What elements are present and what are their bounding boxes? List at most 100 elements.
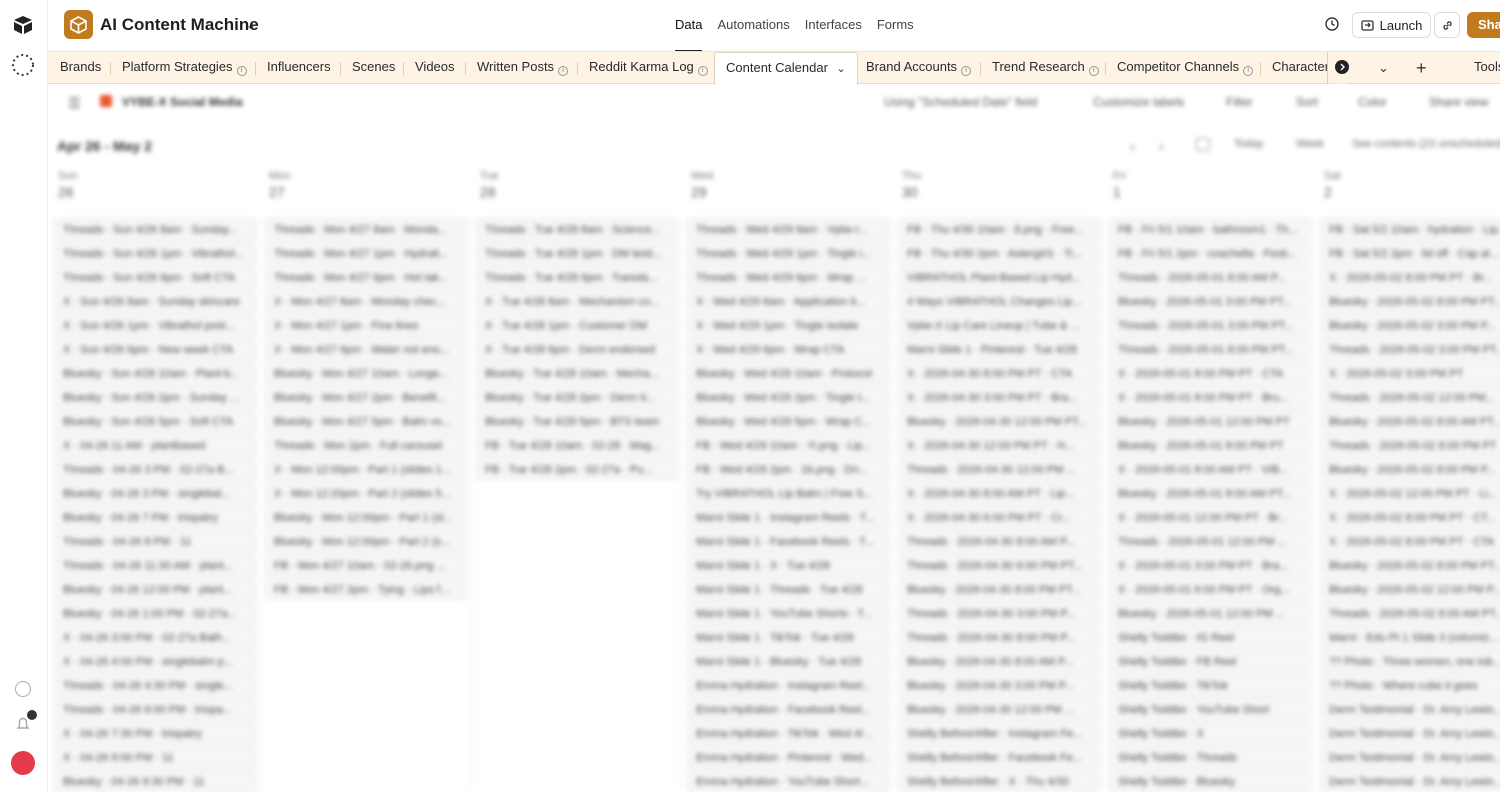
calendar-event-card[interactable]: Bluesky · Mon 4/27 2pm · Benefit...: [265, 386, 467, 408]
tab-brands[interactable]: Brands: [60, 52, 101, 84]
calendar-event-card[interactable]: Bluesky · 2026-05-02 8:00 AM PT...: [1320, 410, 1500, 432]
calendar-event-card[interactable]: Marni Slide 1 · X · Tue 4/28: [687, 554, 889, 576]
calendar-event-card[interactable]: Marni Slide 1 · YouTube Shorts · T...: [687, 602, 889, 624]
calendar-event-card[interactable]: Emma Hydration · TikTok · Wed 4/...: [687, 722, 889, 744]
tab-content-calendar[interactable]: Content Calendar ⌄: [714, 52, 858, 85]
base-icon[interactable]: [64, 10, 93, 39]
calendar-event-card[interactable]: Bluesky · 2026-05-02 8:00 PM P...: [1320, 458, 1500, 480]
calendar-event-card[interactable]: X · Wed 4/29 8am · Application ti...: [687, 290, 889, 312]
prev-week-icon[interactable]: ‹: [1130, 138, 1135, 154]
base-title[interactable]: AI Content Machine: [100, 15, 259, 35]
calendar-event-card[interactable]: X · 04-26 9:00 PM · 11: [54, 746, 256, 768]
calendar-event-card[interactable]: Bluesky · Wed 4/29 10am · Protocol: [687, 362, 889, 384]
calendar-event-card[interactable]: Marni Slide 1 · Threads · Tue 4/28: [687, 578, 889, 600]
calendar-event-card[interactable]: Derm Testimonial · Dr. Amy Lewis...: [1320, 770, 1500, 792]
calendar-event-card[interactable]: Emma Hydration · Facebook Reel...: [687, 698, 889, 720]
menu-icon[interactable]: ☰: [68, 95, 81, 112]
calendar-event-card[interactable]: Emma Hydration · YouTube Short...: [687, 770, 889, 792]
calendar-event-card[interactable]: Threads · Sun 4/26 1pm · Vibrathol...: [54, 242, 256, 264]
calendar-event-card[interactable]: X · Mon 4/27 6pm · Water not eno...: [265, 338, 467, 360]
tab-influencers[interactable]: Influencers: [267, 52, 331, 84]
calendar-event-card[interactable]: Bluesky · Tue 4/28 10am · Mecha...: [476, 362, 678, 384]
calendar-event-card[interactable]: X · 04-26 4:00 PM · singlebalm p...: [54, 650, 256, 672]
calendar-event-card[interactable]: 4 Ways VIBRATHOL Changes Lip...: [898, 290, 1100, 312]
tab-scenes[interactable]: Scenes: [352, 52, 395, 84]
more-tabs-icon[interactable]: [1335, 60, 1349, 74]
calendar-event-card[interactable]: FB · Fri 5/1 10am · bathroom1 · Th...: [1109, 218, 1311, 240]
calendar-event-card[interactable]: Bluesky · Mon 12:00pm · Part 2 (s...: [265, 530, 467, 552]
calendar-event-card[interactable]: FB · Fri 5/1 2pm · coachella · Festi...: [1109, 242, 1311, 264]
today-button[interactable]: Today: [1234, 138, 1263, 150]
calendar-event-card[interactable]: FB · Sat 5/2 10am · hydration · Lip...: [1320, 218, 1500, 240]
calendar-event-card[interactable]: Marni · Edu Pt 1 Slide 3 (volumiz...: [1320, 626, 1500, 648]
next-week-icon[interactable]: ›: [1159, 138, 1164, 154]
calendar-event-card[interactable]: Bluesky · 2026-05-01 12:00 PM ...: [1109, 602, 1311, 624]
calendar-event-card[interactable]: Threads · Sun 4/26 8am · Sunday...: [54, 218, 256, 240]
nav-tab-interfaces[interactable]: Interfaces: [805, 17, 862, 32]
calendar-event-card[interactable]: X · 2026-04-30 6:00 PM PT · Cr...: [898, 506, 1100, 528]
calendar-event-card[interactable]: X · Wed 4/29 1pm · Tingle isolate: [687, 314, 889, 336]
week-mode-select[interactable]: Week: [1296, 138, 1324, 150]
calendar-event-card[interactable]: Threads · 04-26 11:30 AM · plant...: [54, 554, 256, 576]
share-button[interactable]: Sha: [1467, 12, 1500, 38]
tools-button[interactable]: Tools: [1474, 52, 1500, 84]
calendar-event-card[interactable]: X · 2026-05-02 8:00 PM PT · CT...: [1320, 506, 1500, 528]
calendar-event-card[interactable]: Bluesky · 2026-05-02 8:00 PM PT...: [1320, 290, 1500, 312]
tab-written-posts[interactable]: Written Posts i: [477, 52, 569, 84]
tab-brand-accounts[interactable]: Brand Accounts i: [866, 52, 972, 84]
calendar-event-card[interactable]: Bluesky · 2026-05-01 12:00 PM PT: [1109, 410, 1311, 432]
calendar-event-card[interactable]: X · 04-26 11 AM · plantbased: [54, 434, 256, 456]
calendar-event-card[interactable]: X · Sun 4/26 1pm · Vibrathol post...: [54, 314, 256, 336]
chevron-down-icon[interactable]: ⌄: [246, 18, 256, 32]
calendar-event-card[interactable]: Bluesky · 2026-05-02 3:00 PM P...: [1320, 314, 1500, 336]
calendar-event-card[interactable]: ?? Photo · Where cube it goes: [1320, 674, 1500, 696]
calendar-event-card[interactable]: Marni Slide 1 · Instagram Reels · T...: [687, 506, 889, 528]
calendar-event-card[interactable]: Bluesky · Tue 4/28 5pm · BTS team: [476, 410, 678, 432]
calendar-event-card[interactable]: Bluesky · 2026-04-30 8:00 PM PT...: [898, 578, 1100, 600]
help-icon[interactable]: [15, 681, 31, 697]
calendar-event-card[interactable]: Bluesky · Tue 4/28 2pm · Derm tr...: [476, 386, 678, 408]
calendar-event-card[interactable]: Threads · Wed 4/29 1pm · Tingle i...: [687, 242, 889, 264]
calendar-event-card[interactable]: Bluesky · Wed 4/29 2pm · Tingle t...: [687, 386, 889, 408]
color-button[interactable]: Color: [1358, 95, 1387, 109]
calendar-event-card[interactable]: X · Tue 4/28 8am · Mechanism co...: [476, 290, 678, 312]
calendar-event-card[interactable]: Bluesky · 04-26 12:00 PM · plant...: [54, 578, 256, 600]
launch-button[interactable]: Launch: [1352, 12, 1431, 38]
calendar-event-card[interactable]: Threads · 2026-04-30 12:00 PM ...: [898, 458, 1100, 480]
calendar-event-card[interactable]: Bluesky · 04-26 1:00 PM · 02-27a...: [54, 602, 256, 624]
calendar-event-card[interactable]: Threads · Mon 4/27 1pm · Hydrati...: [265, 242, 467, 264]
tab-character[interactable]: Character: [1272, 52, 1328, 84]
date-field-selector[interactable]: Using "Scheduled Date" field: [884, 95, 1037, 109]
nav-tab-forms[interactable]: Forms: [877, 17, 914, 32]
calendar-event-card[interactable]: Threads · Sun 4/26 6pm · Soft CTA: [54, 266, 256, 288]
calendar-event-card[interactable]: Threads · 04-26 6:00 PM · triopa...: [54, 698, 256, 720]
calendar-event-card[interactable]: X · Sun 4/26 6pm · New week CTA: [54, 338, 256, 360]
calendar-event-card[interactable]: Marni Slide 1 · Bluesky · Tue 4/28: [687, 650, 889, 672]
calendar-event-card[interactable]: X · 2026-05-02 3:00 PM PT: [1320, 362, 1500, 384]
calendar-event-card[interactable]: Shelly Toddler · YouTube Short: [1109, 698, 1311, 720]
calendar-event-card[interactable]: Threads · 2026-05-02 12:00 PM...: [1320, 386, 1500, 408]
chevron-down-icon[interactable]: ⌄: [837, 63, 846, 75]
calendar-event-card[interactable]: Shelly Toddler · IG Reel: [1109, 626, 1311, 648]
calendar-event-card[interactable]: X · 04-26 7:30 PM · triopatry: [54, 722, 256, 744]
calendar-event-card[interactable]: Threads · Mon 2pm · Full carousel: [265, 434, 467, 456]
calendar-event-card[interactable]: Marni Slide 1 · TikTok · Tue 4/28: [687, 626, 889, 648]
calendar-event-card[interactable]: Threads · 04-26 4:30 PM · single...: [54, 674, 256, 696]
calendar-event-card[interactable]: Bluesky · Wed 4/29 5pm · Wrap C...: [687, 410, 889, 432]
calendar-event-card[interactable]: FB · Thu 4/30 10am · 8.png · Free...: [898, 218, 1100, 240]
calendar-event-card[interactable]: Bluesky · 04-26 3 PM · singlebal...: [54, 482, 256, 504]
calendar-event-card[interactable]: X · Wed 4/29 6pm · Wrap CTA: [687, 338, 889, 360]
history-icon[interactable]: [1324, 16, 1340, 32]
calendar-event-card[interactable]: Derm Testimonial · Dr. Amy Lewis...: [1320, 746, 1500, 768]
calendar-event-card[interactable]: Marni Slide 1 · Pinterest · Tue 4/28: [898, 338, 1100, 360]
calendar-event-card[interactable]: VIBRATHOL Plant-Based Lip Hyd...: [898, 266, 1100, 288]
info-icon[interactable]: i: [697, 66, 708, 76]
calendar-event-card[interactable]: Bluesky · 04-26 9:30 PM · 11: [54, 770, 256, 792]
calendar-event-card[interactable]: Threads · 2026-04-30 8:00 PM P...: [898, 626, 1100, 648]
tab-trend-research[interactable]: Trend Research i: [992, 52, 1099, 84]
info-icon[interactable]: i: [236, 66, 247, 76]
calendar-event-card[interactable]: Emma Hydration · Pinterest · Wed...: [687, 746, 889, 768]
calendar-event-card[interactable]: FB · Sat 5/2 2pm · lid off · Cap al...: [1320, 242, 1500, 264]
calendar-event-card[interactable]: Threads · 2026-05-01 12:00 PM ...: [1109, 530, 1311, 552]
calendar-event-card[interactable]: Threads · Tue 4/28 6pm · Tuesda...: [476, 266, 678, 288]
